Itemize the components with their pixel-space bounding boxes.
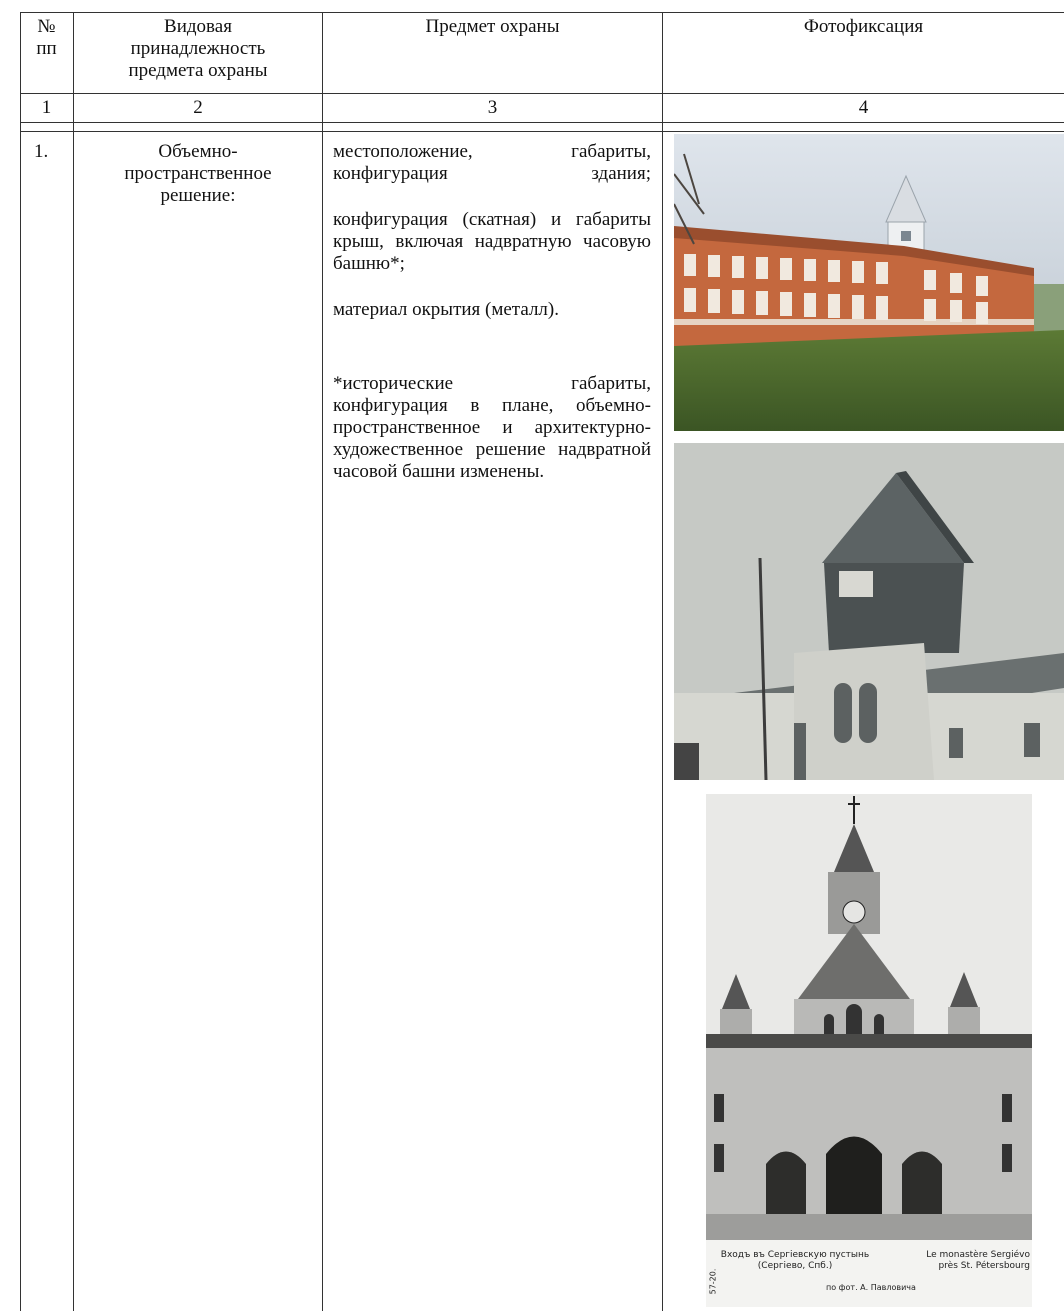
column-number: 1 [41, 97, 52, 118]
column-number: 3 [487, 97, 498, 118]
postcard-credit: по фот. А. Павловича [826, 1283, 916, 1292]
column-number: 2 [193, 97, 203, 118]
header-type: Видовая принадлежность предмета охраны [128, 16, 268, 81]
row-subject: местоположение, габариты, конфигурация з… [333, 141, 651, 507]
table-border-top [20, 12, 1064, 13]
postcard-caption-left: Входъ въ Сергіевскую пустынь (Сергіево, … [720, 1250, 870, 1271]
column-number: 4 [858, 97, 869, 118]
header-number: № пп [36, 16, 57, 59]
postcard-gate-image [706, 794, 1032, 1240]
building-color-image [674, 134, 1064, 431]
subject-paragraph: местоположение, габариты, конфигурация з… [333, 141, 651, 184]
postcard-code: 57-20. [708, 1268, 718, 1295]
photo-building-color [674, 134, 1064, 431]
row-divider [20, 131, 1064, 132]
subject-paragraph: *исторические габариты, конфигурация в п… [333, 373, 651, 482]
postcard-caption: Входъ въ Сергіевскую пустынь (Сергіево, … [706, 1240, 1032, 1307]
subject-paragraph: конфигурация (скатная) и габариты крыш, … [333, 209, 651, 274]
postcard-caption-right: Le monastère Sergiévo près St. Pétersbou… [926, 1250, 1030, 1271]
subject-paragraph: материал окрытия (металл). [333, 299, 559, 320]
photo-tower-historic [674, 443, 1064, 780]
table-border-left [20, 12, 21, 1311]
tower-historic-image [674, 443, 1064, 780]
column-divider [322, 12, 323, 1311]
header-subject: Предмет охраны [425, 16, 560, 37]
row-number: 1. [34, 141, 49, 162]
header-divider [20, 93, 1064, 94]
row-type: Объемно- пространственное решение: [124, 141, 272, 206]
header-photo: Фотофиксация [803, 16, 924, 37]
number-row-divider [20, 122, 1064, 123]
column-divider [662, 12, 663, 1311]
photo-postcard-gate: Входъ въ Сергіевскую пустынь (Сергіево, … [706, 794, 1032, 1307]
